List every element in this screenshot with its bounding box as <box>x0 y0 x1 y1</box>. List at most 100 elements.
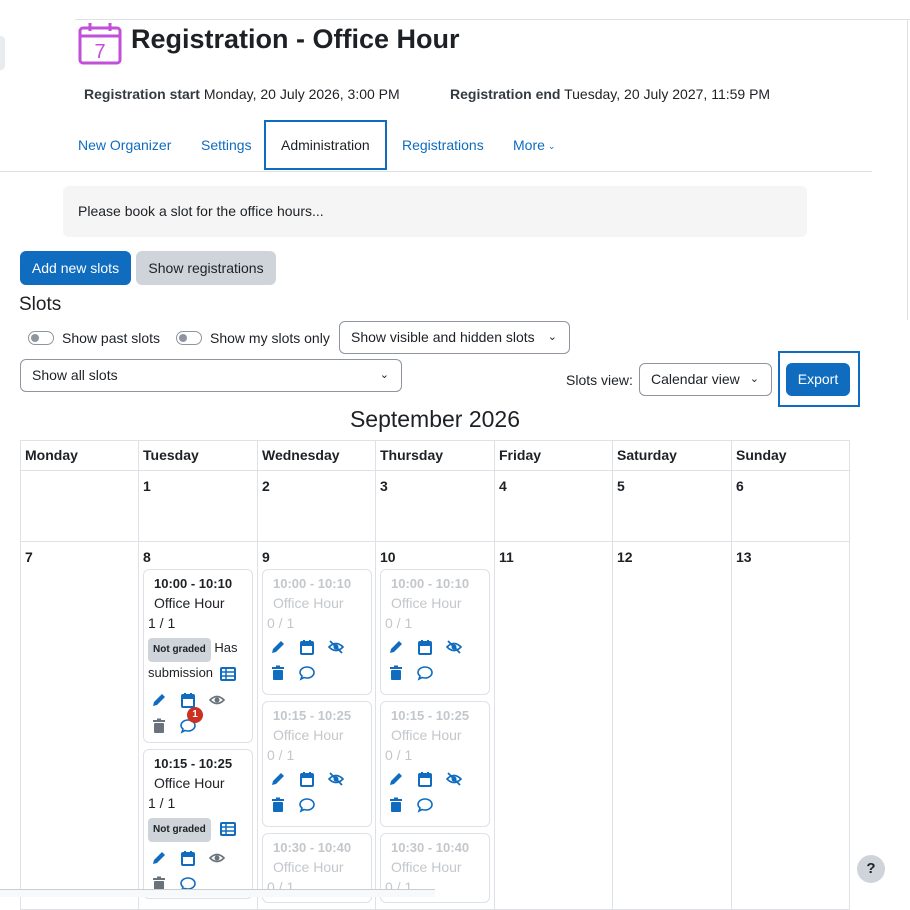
day-number: 6 <box>736 478 744 494</box>
day-number <box>21 471 138 494</box>
slot-capacity: 0 / 1 <box>385 615 413 631</box>
eye-slash-icon[interactable] <box>328 771 344 787</box>
registration-start-value: Monday, 20 July 2026, 3:00 PM <box>203 86 400 102</box>
eye-slash-icon[interactable] <box>446 771 462 787</box>
toggle-switch[interactable] <box>176 331 202 345</box>
edit-pencil-icon[interactable] <box>388 639 404 655</box>
slot-location: Office Hour <box>391 727 462 743</box>
slot-time: 10:00 - 10:10 <box>154 576 233 591</box>
slot-filter-select[interactable]: Show all slots ⌄ <box>20 359 402 392</box>
day-number: 13 <box>736 549 752 565</box>
registration-end: Registration end Tuesday, 20 July 2027, … <box>450 86 770 102</box>
edit-pencil-icon[interactable] <box>270 639 286 655</box>
show-past-slots-toggle[interactable]: Show past slots <box>28 328 160 348</box>
chevron-down-icon: ⌄ <box>547 331 557 343</box>
table-list-icon[interactable] <box>220 821 237 837</box>
slot-location: Office Hour <box>154 775 225 791</box>
chevron-down-icon: ⌄ <box>379 369 389 381</box>
day-number: 7 <box>25 549 33 565</box>
calendar-icon[interactable] <box>417 771 433 787</box>
edit-pencil-icon[interactable] <box>151 850 167 866</box>
slot-time: 10:15 - 10:25 <box>391 708 470 723</box>
trash-icon[interactable] <box>388 797 404 813</box>
day-number: 9 <box>262 549 270 565</box>
show-registrations-button[interactable]: Show registrations <box>136 251 276 285</box>
top-divider <box>75 19 910 20</box>
visibility-select[interactable]: Show visible and hidden slots ⌄ <box>339 321 570 354</box>
calendar-day-cell: 1 <box>138 470 258 542</box>
eye-slash-icon[interactable] <box>446 639 462 655</box>
day-number: 10 <box>380 549 396 565</box>
calendar-icon[interactable] <box>299 771 315 787</box>
registration-start: Registration start Monday, 20 July 2026,… <box>84 86 400 102</box>
message-icon-wrapper[interactable]: 1 <box>180 707 203 734</box>
slot-card-hidden[interactable]: 10:15 - 10:25 Office Hour 0 / 1 <box>380 701 490 827</box>
calendar-day-cell: 3 <box>375 470 495 542</box>
slot-actions-secondary <box>385 795 485 815</box>
chevron-down-icon: ⌄ <box>547 141 556 152</box>
calendar-icon[interactable] <box>417 639 433 655</box>
slot-actions <box>267 637 367 657</box>
slot-card-hidden[interactable]: 10:15 - 10:25 Office Hour 0 / 1 <box>262 701 372 827</box>
slot-location: Office Hour <box>273 727 344 743</box>
calendar-day-cell: 5 <box>612 470 732 542</box>
show-my-slots-toggle[interactable]: Show my slots only <box>176 328 330 348</box>
slot-actions-secondary: 1 <box>148 707 248 736</box>
weekday-header: Tuesday <box>138 440 258 471</box>
tab-settings[interactable]: Settings <box>201 122 252 170</box>
weekday-header: Saturday <box>612 440 732 471</box>
calendar-day-cell: 10 10:00 - 10:10 Office Hour 0 / 1 10:15… <box>375 541 495 910</box>
eye-icon[interactable] <box>209 692 225 708</box>
tab-registrations[interactable]: Registrations <box>402 122 484 170</box>
slot-actions <box>267 769 367 789</box>
export-button[interactable]: Export <box>786 363 850 396</box>
edit-pencil-icon[interactable] <box>151 692 167 708</box>
trash-icon[interactable] <box>388 665 404 681</box>
comment-icon[interactable] <box>417 665 433 681</box>
help-button[interactable]: ? <box>857 855 885 883</box>
slot-actions-secondary <box>267 795 367 815</box>
slot-time: 10:30 - 10:40 <box>273 840 352 855</box>
tab-more[interactable]: More ⌄ <box>513 122 555 170</box>
comment-icon[interactable] <box>299 797 315 813</box>
calendar-icon[interactable] <box>180 692 196 708</box>
footer-bar <box>0 890 435 897</box>
trash-icon[interactable] <box>151 718 167 734</box>
slot-actions <box>385 637 485 657</box>
calendar-icon[interactable] <box>180 850 196 866</box>
tab-administration[interactable]: Administration <box>264 120 387 170</box>
calendar-day-cell: 4 <box>494 470 613 542</box>
add-new-slots-button[interactable]: Add new slots <box>20 251 131 285</box>
calendar-day-cell: 2 <box>257 470 376 542</box>
drawer-toggle-tab[interactable] <box>0 36 5 70</box>
trash-icon[interactable] <box>270 797 286 813</box>
slot-card[interactable]: 10:00 - 10:10 Office Hour 1 / 1 Not grad… <box>143 569 253 743</box>
tab-new-organizer[interactable]: New Organizer <box>78 122 171 170</box>
comment-icon[interactable] <box>417 797 433 813</box>
edit-pencil-icon[interactable] <box>270 771 286 787</box>
toggle-switch[interactable] <box>28 331 54 345</box>
slot-card-hidden[interactable]: 10:00 - 10:10 Office Hour 0 / 1 <box>262 569 372 695</box>
slot-card-hidden[interactable]: 10:00 - 10:10 Office Hour 0 / 1 <box>380 569 490 695</box>
not-graded-badge: Not graded <box>148 818 211 842</box>
eye-slash-icon[interactable] <box>328 639 344 655</box>
trash-icon[interactable] <box>270 665 286 681</box>
slot-location: Office Hour <box>273 595 344 611</box>
edit-pencil-icon[interactable] <box>388 771 404 787</box>
weekday-header: Thursday <box>375 440 495 471</box>
calendar-icon[interactable] <box>299 639 315 655</box>
slot-actions <box>385 769 485 789</box>
slot-capacity: 0 / 1 <box>385 747 413 763</box>
slot-card[interactable]: 10:15 - 10:25 Office Hour 1 / 1 Not grad… <box>143 749 253 899</box>
table-list-icon[interactable] <box>219 666 236 682</box>
calendar-day-cell: 11 <box>494 541 613 910</box>
slots-view-label: Slots view: <box>566 372 633 388</box>
comment-icon[interactable] <box>299 665 315 681</box>
slots-view-select[interactable]: Calendar view ⌄ <box>639 363 772 396</box>
eye-icon[interactable] <box>209 850 225 866</box>
weekday-header-row: Monday Tuesday Wednesday Thursday Friday… <box>20 440 850 471</box>
slot-status: Not graded Has submission <box>148 637 248 684</box>
slot-time: 10:15 - 10:25 <box>273 708 352 723</box>
day-number: 3 <box>380 478 388 494</box>
message-count-badge: 1 <box>187 707 203 723</box>
